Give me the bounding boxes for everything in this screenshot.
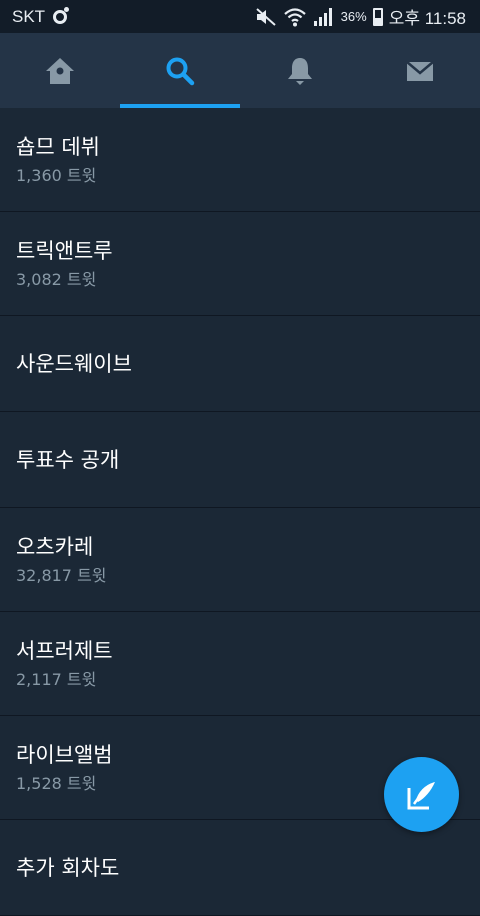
trend-tweet-count: 3,082 트윗	[16, 269, 97, 289]
trend-name: 트릭앤트루	[16, 238, 113, 263]
envelope-icon	[406, 60, 434, 81]
tab-search[interactable]	[120, 33, 240, 108]
wifi-icon	[283, 7, 306, 26]
battery-icon	[372, 7, 383, 26]
trend-tweet-count: 1,360 트윗	[16, 165, 97, 185]
trend-item[interactable]: 서프러제트 2,117 트윗	[0, 612, 480, 716]
compose-tweet-button[interactable]	[384, 757, 459, 832]
trend-item[interactable]: 오츠카레 32,817 트윗	[0, 508, 480, 612]
trend-name: 오츠카레	[16, 534, 94, 559]
compose-tweet-icon	[407, 781, 435, 809]
bell-icon	[288, 57, 312, 85]
tab-messages[interactable]	[360, 33, 480, 108]
search-icon	[166, 57, 195, 85]
clock: 오후 11:58	[388, 9, 466, 28]
trend-item[interactable]: 투표수 공개	[0, 412, 480, 508]
trend-name: 추가 회차도	[16, 855, 120, 880]
carrier-label: SKT	[12, 6, 46, 26]
trend-item[interactable]: 추가 회차도	[0, 820, 480, 916]
trend-tweet-count: 32,817 트윗	[16, 565, 107, 585]
trend-name: 숍므 데뷔	[16, 134, 100, 159]
trend-item[interactable]: 사운드웨이브	[0, 316, 480, 412]
home-icon	[46, 57, 74, 84]
tab-notifications[interactable]	[240, 33, 360, 108]
status-bar: SKT 36% 오후 11:58	[0, 0, 480, 33]
trend-tweet-count: 2,117 트윗	[16, 669, 97, 689]
battery-percent: 36%	[340, 9, 367, 24]
carrier-logo-icon	[53, 6, 70, 24]
trend-item[interactable]: 숍므 데뷔 1,360 트윗	[0, 108, 480, 212]
trend-name: 서프러제트	[16, 638, 113, 663]
mute-icon	[256, 7, 276, 26]
trend-name: 사운드웨이브	[16, 351, 132, 376]
trend-name: 투표수 공개	[16, 447, 120, 472]
trend-item[interactable]: 트릭앤트루 3,082 트윗	[0, 212, 480, 316]
signal-icon	[313, 7, 332, 26]
tab-bar	[0, 33, 480, 108]
tab-home[interactable]	[0, 33, 120, 108]
